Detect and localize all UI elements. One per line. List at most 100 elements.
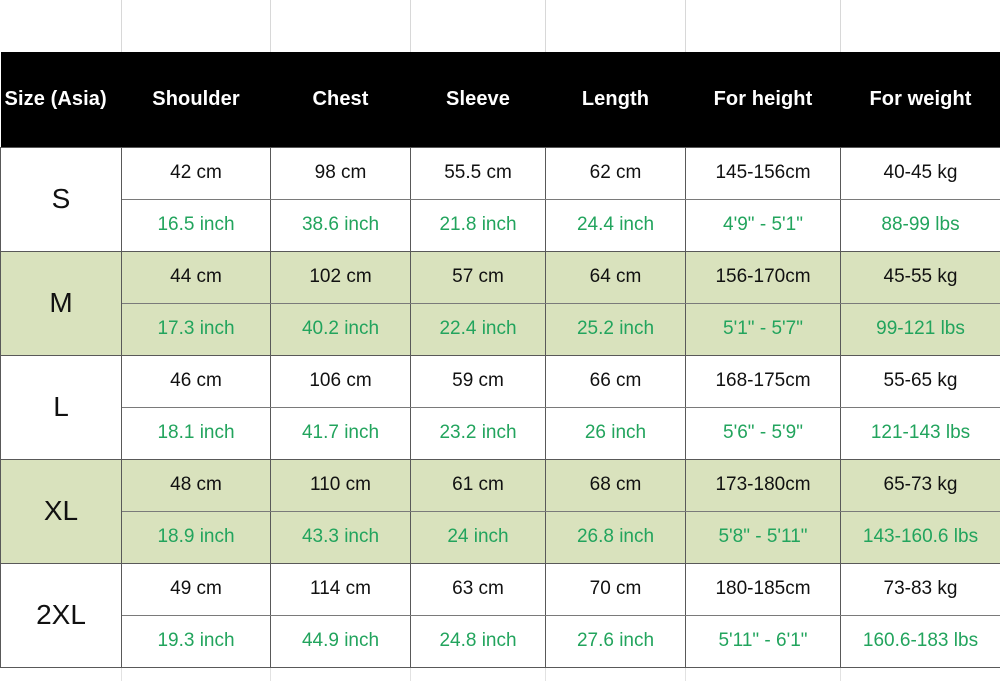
cell-s-length-cm: 62 cm: [546, 147, 686, 199]
cell-2xl-chest-inch: 44.9 inch: [271, 615, 411, 667]
cell-2xl-sleeve-inch: 24.8 inch: [411, 615, 546, 667]
cell-s-weight-inch: 88-99 lbs: [841, 199, 1000, 251]
cell-l-height-cm: 168-175cm: [686, 355, 841, 407]
column-divider-3: [545, 668, 546, 681]
column-header-size: Size (Asia): [1, 52, 122, 147]
column-divider-1: [270, 0, 271, 52]
cell-2xl-weight-cm: 73-83 kg: [841, 563, 1000, 615]
cell-s-height-inch: 4'9" - 5'1": [686, 199, 841, 251]
table-body: S42 cm98 cm55.5 cm62 cm145-156cm40-45 kg…: [1, 147, 1000, 667]
cell-m-height-inch: 5'1" - 5'7": [686, 303, 841, 355]
column-divider-4: [685, 668, 686, 681]
cell-l-shoulder-cm: 46 cm: [122, 355, 271, 407]
column-divider-4: [685, 0, 686, 52]
bottom-blank-strip: [0, 668, 1000, 681]
cell-xl-weight-inch: 143-160.6 lbs: [841, 511, 1000, 563]
cell-m-shoulder-cm: 44 cm: [122, 251, 271, 303]
column-divider-1: [270, 668, 271, 681]
size-label-s: S: [1, 147, 122, 251]
cell-s-sleeve-inch: 21.8 inch: [411, 199, 546, 251]
cell-m-sleeve-inch: 22.4 inch: [411, 303, 546, 355]
cell-2xl-length-inch: 27.6 inch: [546, 615, 686, 667]
column-divider-0: [121, 668, 122, 681]
cell-xl-sleeve-inch: 24 inch: [411, 511, 546, 563]
cell-2xl-sleeve-cm: 63 cm: [411, 563, 546, 615]
top-blank-strip: [0, 0, 1000, 52]
cell-2xl-height-inch: 5'11" - 6'1": [686, 615, 841, 667]
cell-xl-height-cm: 173-180cm: [686, 459, 841, 511]
size-label-xl: XL: [1, 459, 122, 563]
size-label-2xl: 2XL: [1, 563, 122, 667]
column-header-height: For height: [686, 52, 841, 147]
cell-s-chest-inch: 38.6 inch: [271, 199, 411, 251]
size-chart-table: Size (Asia)ShoulderChestSleeveLengthFor …: [0, 52, 1000, 668]
cell-2xl-length-cm: 70 cm: [546, 563, 686, 615]
column-divider-2: [410, 0, 411, 52]
column-header-weight: For weight: [841, 52, 1000, 147]
size-label-m: M: [1, 251, 122, 355]
cell-2xl-height-cm: 180-185cm: [686, 563, 841, 615]
size-label-l: L: [1, 355, 122, 459]
cell-s-chest-cm: 98 cm: [271, 147, 411, 199]
table-row: XL48 cm110 cm61 cm68 cm173-180cm65-73 kg: [1, 459, 1000, 511]
cell-2xl-chest-cm: 114 cm: [271, 563, 411, 615]
cell-s-weight-cm: 40-45 kg: [841, 147, 1000, 199]
cell-m-shoulder-inch: 17.3 inch: [122, 303, 271, 355]
cell-l-sleeve-inch: 23.2 inch: [411, 407, 546, 459]
cell-s-shoulder-inch: 16.5 inch: [122, 199, 271, 251]
cell-m-height-cm: 156-170cm: [686, 251, 841, 303]
cell-s-height-cm: 145-156cm: [686, 147, 841, 199]
cell-2xl-shoulder-cm: 49 cm: [122, 563, 271, 615]
table-row: M44 cm102 cm57 cm64 cm156-170cm45-55 kg: [1, 251, 1000, 303]
cell-l-weight-cm: 55-65 kg: [841, 355, 1000, 407]
cell-l-chest-cm: 106 cm: [271, 355, 411, 407]
column-divider-5: [840, 0, 841, 52]
table-row: L46 cm106 cm59 cm66 cm168-175cm55-65 kg: [1, 355, 1000, 407]
table-row: S42 cm98 cm55.5 cm62 cm145-156cm40-45 kg: [1, 147, 1000, 199]
cell-m-chest-cm: 102 cm: [271, 251, 411, 303]
cell-l-length-inch: 26 inch: [546, 407, 686, 459]
cell-xl-weight-cm: 65-73 kg: [841, 459, 1000, 511]
header-row: Size (Asia)ShoulderChestSleeveLengthFor …: [1, 52, 1000, 147]
cell-m-chest-inch: 40.2 inch: [271, 303, 411, 355]
cell-l-weight-inch: 121-143 lbs: [841, 407, 1000, 459]
column-divider-0: [121, 0, 122, 52]
cell-xl-height-inch: 5'8" - 5'11": [686, 511, 841, 563]
column-divider-3: [545, 0, 546, 52]
size-chart: Size (Asia)ShoulderChestSleeveLengthFor …: [0, 0, 1000, 680]
cell-m-length-inch: 25.2 inch: [546, 303, 686, 355]
cell-xl-chest-inch: 43.3 inch: [271, 511, 411, 563]
cell-xl-shoulder-inch: 18.9 inch: [122, 511, 271, 563]
cell-l-sleeve-cm: 59 cm: [411, 355, 546, 407]
table-row: 18.1 inch41.7 inch23.2 inch26 inch5'6" -…: [1, 407, 1000, 459]
column-header-chest: Chest: [271, 52, 411, 147]
cell-2xl-shoulder-inch: 19.3 inch: [122, 615, 271, 667]
column-divider-5: [840, 668, 841, 681]
table-row: 16.5 inch38.6 inch21.8 inch24.4 inch4'9"…: [1, 199, 1000, 251]
table-row: 18.9 inch43.3 inch24 inch26.8 inch5'8" -…: [1, 511, 1000, 563]
cell-xl-length-inch: 26.8 inch: [546, 511, 686, 563]
cell-xl-sleeve-cm: 61 cm: [411, 459, 546, 511]
cell-s-shoulder-cm: 42 cm: [122, 147, 271, 199]
column-divider-2: [410, 668, 411, 681]
column-header-length: Length: [546, 52, 686, 147]
table-row: 19.3 inch44.9 inch24.8 inch27.6 inch5'11…: [1, 615, 1000, 667]
cell-s-sleeve-cm: 55.5 cm: [411, 147, 546, 199]
table-row: 17.3 inch40.2 inch22.4 inch25.2 inch5'1"…: [1, 303, 1000, 355]
column-header-sleeve: Sleeve: [411, 52, 546, 147]
table-row: 2XL49 cm114 cm63 cm70 cm180-185cm73-83 k…: [1, 563, 1000, 615]
column-header-shoulder: Shoulder: [122, 52, 271, 147]
cell-m-length-cm: 64 cm: [546, 251, 686, 303]
cell-s-length-inch: 24.4 inch: [546, 199, 686, 251]
cell-xl-shoulder-cm: 48 cm: [122, 459, 271, 511]
cell-l-height-inch: 5'6" - 5'9": [686, 407, 841, 459]
cell-m-weight-inch: 99-121 lbs: [841, 303, 1000, 355]
cell-m-sleeve-cm: 57 cm: [411, 251, 546, 303]
cell-l-chest-inch: 41.7 inch: [271, 407, 411, 459]
table-header: Size (Asia)ShoulderChestSleeveLengthFor …: [1, 52, 1000, 147]
cell-m-weight-cm: 45-55 kg: [841, 251, 1000, 303]
cell-l-shoulder-inch: 18.1 inch: [122, 407, 271, 459]
cell-2xl-weight-inch: 160.6-183 lbs: [841, 615, 1000, 667]
cell-l-length-cm: 66 cm: [546, 355, 686, 407]
cell-xl-length-cm: 68 cm: [546, 459, 686, 511]
